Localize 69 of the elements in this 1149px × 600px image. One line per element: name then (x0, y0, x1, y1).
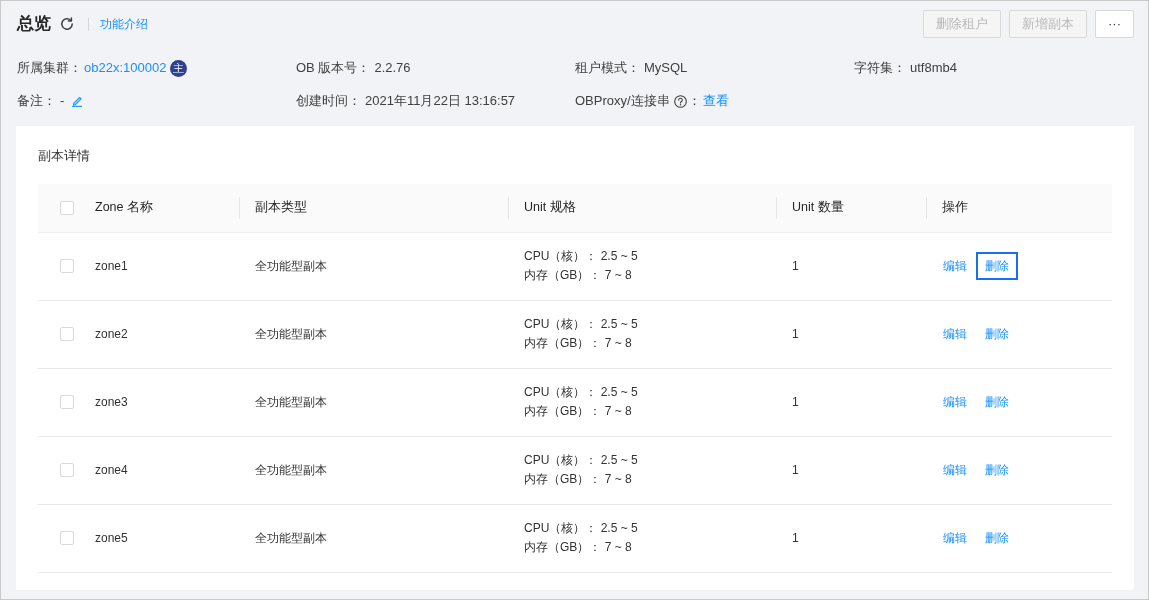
row-checkbox[interactable] (60, 531, 74, 545)
row-checkbox[interactable] (60, 463, 74, 477)
row-checkbox[interactable] (60, 395, 74, 409)
action-link[interactable]: 删除 (976, 456, 1018, 484)
action-link[interactable]: 编辑 (934, 524, 976, 552)
action-link[interactable]: 编辑 (934, 388, 976, 416)
unit-count: 1 (792, 327, 799, 341)
replica-type: 全功能型副本 (255, 327, 327, 341)
info-value: 2021年11月22日 13:16:57 (365, 92, 516, 110)
intro-link[interactable]: 功能介绍 (100, 15, 148, 33)
info-value: MySQL (644, 59, 688, 77)
column-header: 操作 (942, 200, 968, 215)
info-value: - (60, 92, 65, 110)
column-header: 副本类型 (255, 200, 307, 215)
replica-type: 全功能型副本 (255, 531, 327, 545)
unit-spec-line: 内存（GB）： 7 ~ 8 (524, 268, 632, 282)
info-label: 所属集群： (17, 59, 82, 77)
unit-spec-line: CPU（核）： 2.5 ~ 5 (524, 453, 638, 467)
info-label: OBProxy/连接串 (575, 92, 670, 110)
zone-name: zone4 (95, 463, 128, 477)
role-badge: 主 (170, 59, 188, 77)
unit-count: 1 (792, 463, 799, 477)
column-header: Zone 名称 (95, 200, 153, 215)
action-link[interactable]: 编辑 (934, 456, 976, 484)
edit-icon[interactable] (71, 95, 84, 107)
info-label: OB 版本号： (296, 59, 371, 77)
replica-type: 全功能型副本 (255, 395, 327, 409)
column-header: Unit 数量 (792, 200, 844, 215)
action-link[interactable]: 编辑 (934, 252, 976, 280)
replica-type: 全功能型副本 (255, 463, 327, 477)
info-link[interactable]: 查看 (702, 91, 729, 111)
help-icon[interactable] (673, 94, 687, 108)
zone-name: zone5 (95, 531, 128, 545)
action-link[interactable]: 删除 (976, 524, 1018, 552)
info-label: 创建时间： (296, 92, 361, 110)
unit-spec-line: 内存（GB）： 7 ~ 8 (524, 472, 632, 486)
select-all-checkbox[interactable] (60, 200, 74, 215)
unit-spec-line: CPU（核）： 2.5 ~ 5 (524, 385, 638, 399)
unit-spec-line: CPU（核）： 2.5 ~ 5 (524, 317, 638, 331)
action-link[interactable]: 编辑 (934, 320, 976, 348)
zone-name: zone1 (95, 259, 128, 273)
row-checkbox[interactable] (60, 327, 74, 341)
action-link[interactable]: 删除 (976, 252, 1018, 280)
unit-spec-line: 内存（GB）： 7 ~ 8 (524, 540, 632, 554)
column-header: Unit 规格 (524, 200, 576, 215)
unit-spec-line: 内存（GB）： 7 ~ 8 (524, 404, 632, 418)
info-value: 2.2.76 (374, 59, 411, 77)
info-value: utf8mb4 (910, 59, 957, 77)
unit-count: 1 (792, 259, 799, 273)
page-title: 总览 (17, 13, 51, 35)
row-checkbox[interactable] (60, 259, 74, 273)
section-title: 副本详情 (38, 147, 91, 165)
info-label: ： (687, 92, 701, 110)
info-label: 字符集： (854, 59, 906, 77)
unit-count: 1 (792, 531, 799, 545)
refresh-icon[interactable] (60, 17, 74, 31)
info-label: 备注： (17, 92, 56, 110)
info-link[interactable]: ob22x:100002 (84, 58, 167, 78)
unit-spec-line: CPU（核）： 2.5 ~ 5 (524, 521, 638, 535)
action-link[interactable]: 删除 (976, 388, 1018, 416)
more-button[interactable]: ··· (1095, 10, 1134, 38)
action-link[interactable]: 删除 (976, 320, 1018, 348)
unit-spec-line: 内存（GB）： 7 ~ 8 (524, 336, 632, 350)
replica-type: 全功能型副本 (255, 259, 327, 273)
zone-name: zone2 (95, 327, 128, 341)
zone-name: zone3 (95, 395, 128, 409)
unit-count: 1 (792, 395, 799, 409)
unit-spec-line: CPU（核）： 2.5 ~ 5 (524, 249, 638, 263)
info-label: 租户模式： (575, 59, 640, 77)
